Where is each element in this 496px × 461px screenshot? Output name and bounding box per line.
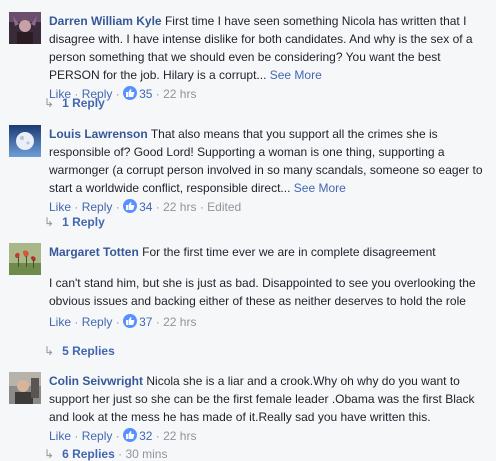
edited-label[interactable]: Edited	[207, 200, 241, 214]
thumbs-up-icon[interactable]	[123, 314, 138, 328]
replies-link[interactable]: ↳ 1 Reply	[44, 96, 105, 110]
separator: ·	[118, 447, 123, 461]
reply-link[interactable]: Reply	[82, 200, 113, 214]
reaction-count[interactable]: 32	[139, 429, 152, 443]
avatar[interactable]	[9, 372, 41, 404]
separator: ·	[74, 200, 79, 214]
avatar[interactable]	[9, 12, 41, 44]
comment-paragraph: I can't stand him, but she is just as ba…	[49, 276, 476, 308]
reply-arrow-icon: ↳	[44, 215, 55, 229]
like-link[interactable]: Like	[49, 200, 71, 214]
comment-timestamp[interactable]: 22 hrs	[163, 200, 196, 214]
replies-count[interactable]: 5 Replies	[62, 344, 115, 358]
avatar[interactable]	[9, 243, 41, 275]
separator: ·	[155, 429, 160, 443]
comment-actions: Like · Reply · 32 · 22 hrs	[49, 427, 490, 445]
separator: ·	[155, 200, 160, 214]
like-link[interactable]: Like	[49, 315, 71, 329]
reply-link[interactable]: Reply	[82, 315, 113, 329]
comment-text: Margaret Totten For the first time ever …	[49, 243, 490, 310]
reply-link[interactable]: Reply	[82, 429, 113, 443]
comment-first-paragraph: Margaret Totten For the first time ever …	[49, 243, 490, 261]
separator: ·	[115, 429, 120, 443]
comment-timestamp[interactable]: 22 hrs	[163, 87, 196, 101]
comment-author[interactable]: Margaret Totten	[49, 245, 139, 259]
separator: ·	[155, 87, 160, 101]
reply-arrow-icon: ↳	[44, 344, 55, 358]
replies-timestamp[interactable]: 30 mins	[125, 447, 167, 461]
reaction-count[interactable]: 37	[139, 315, 152, 329]
replies-link[interactable]: ↳ 1 Reply	[44, 215, 105, 229]
reaction-count[interactable]: 35	[139, 87, 152, 101]
replies-count[interactable]: 6 Replies	[62, 447, 115, 461]
comment-text: Darren William Kyle First time I have se…	[49, 12, 490, 84]
replies-count[interactable]: 1 Reply	[62, 96, 105, 110]
thumbs-up-icon[interactable]	[123, 428, 138, 442]
see-more-link[interactable]: See More	[294, 181, 346, 195]
separator: ·	[74, 429, 79, 443]
separator: ·	[74, 315, 79, 329]
comment-timestamp[interactable]: 22 hrs	[163, 429, 196, 443]
see-more-link[interactable]: See More	[270, 68, 322, 82]
like-link[interactable]: Like	[49, 429, 71, 443]
thumbs-up-icon[interactable]	[123, 199, 138, 213]
comment-author[interactable]: Darren William Kyle	[49, 14, 162, 28]
separator: ·	[115, 200, 120, 214]
comment-actions: Like · Reply · 35 · 22 hrs	[49, 85, 490, 103]
comment-author[interactable]: Colin Seivwright	[49, 374, 143, 388]
reply-arrow-icon: ↳	[44, 96, 55, 110]
separator: ·	[155, 315, 160, 329]
comment-actions: Like · Reply · 34 · 22 hrs · Edited	[49, 198, 490, 216]
thumbs-up-icon[interactable]	[123, 86, 138, 100]
reaction-count[interactable]: 34	[139, 200, 152, 214]
comment-body: For the first time ever we are in comple…	[142, 245, 436, 259]
reply-arrow-icon: ↳	[44, 447, 55, 461]
comment-text: Colin Seivwright Nicola she is a liar an…	[49, 372, 490, 426]
replies-link[interactable]: ↳ 5 Replies	[44, 344, 115, 358]
comment-text: Louis Lawrenson That also means that you…	[49, 125, 490, 197]
comment-timestamp[interactable]: 22 hrs	[163, 315, 196, 329]
separator: ·	[199, 200, 204, 214]
comment-actions: Like · Reply · 37 · 22 hrs	[49, 313, 490, 331]
comment-author[interactable]: Louis Lawrenson	[49, 127, 148, 141]
avatar[interactable]	[9, 125, 41, 157]
separator: ·	[115, 87, 120, 101]
replies-link[interactable]: ↳ 6 Replies · 30 mins	[44, 447, 167, 461]
replies-count[interactable]: 1 Reply	[62, 215, 105, 229]
separator: ·	[115, 315, 120, 329]
